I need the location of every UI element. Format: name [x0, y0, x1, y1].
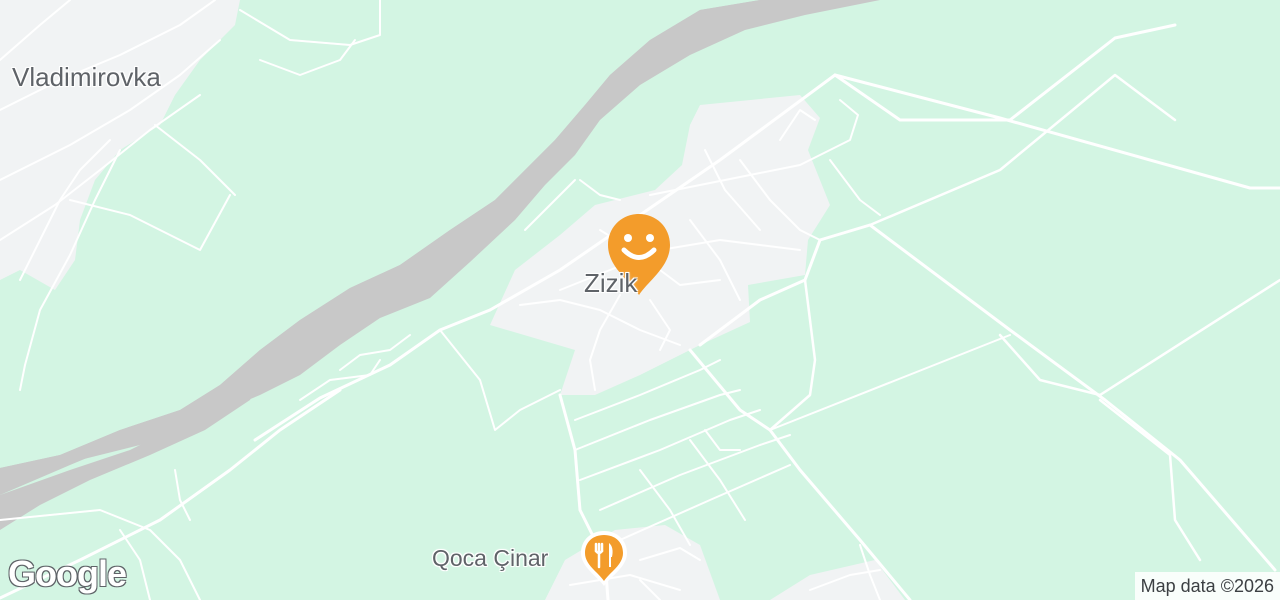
map-attribution[interactable]: Map data ©2026	[1134, 572, 1280, 600]
map-canvas[interactable]	[0, 0, 1280, 600]
zizik-label[interactable]: Zizik	[584, 268, 637, 299]
google-logo: Google	[8, 553, 127, 594]
vladimirovka-label: Vladimirovka	[12, 62, 161, 92]
qoca-cinar-label[interactable]: Qoca Çinar	[432, 545, 548, 572]
